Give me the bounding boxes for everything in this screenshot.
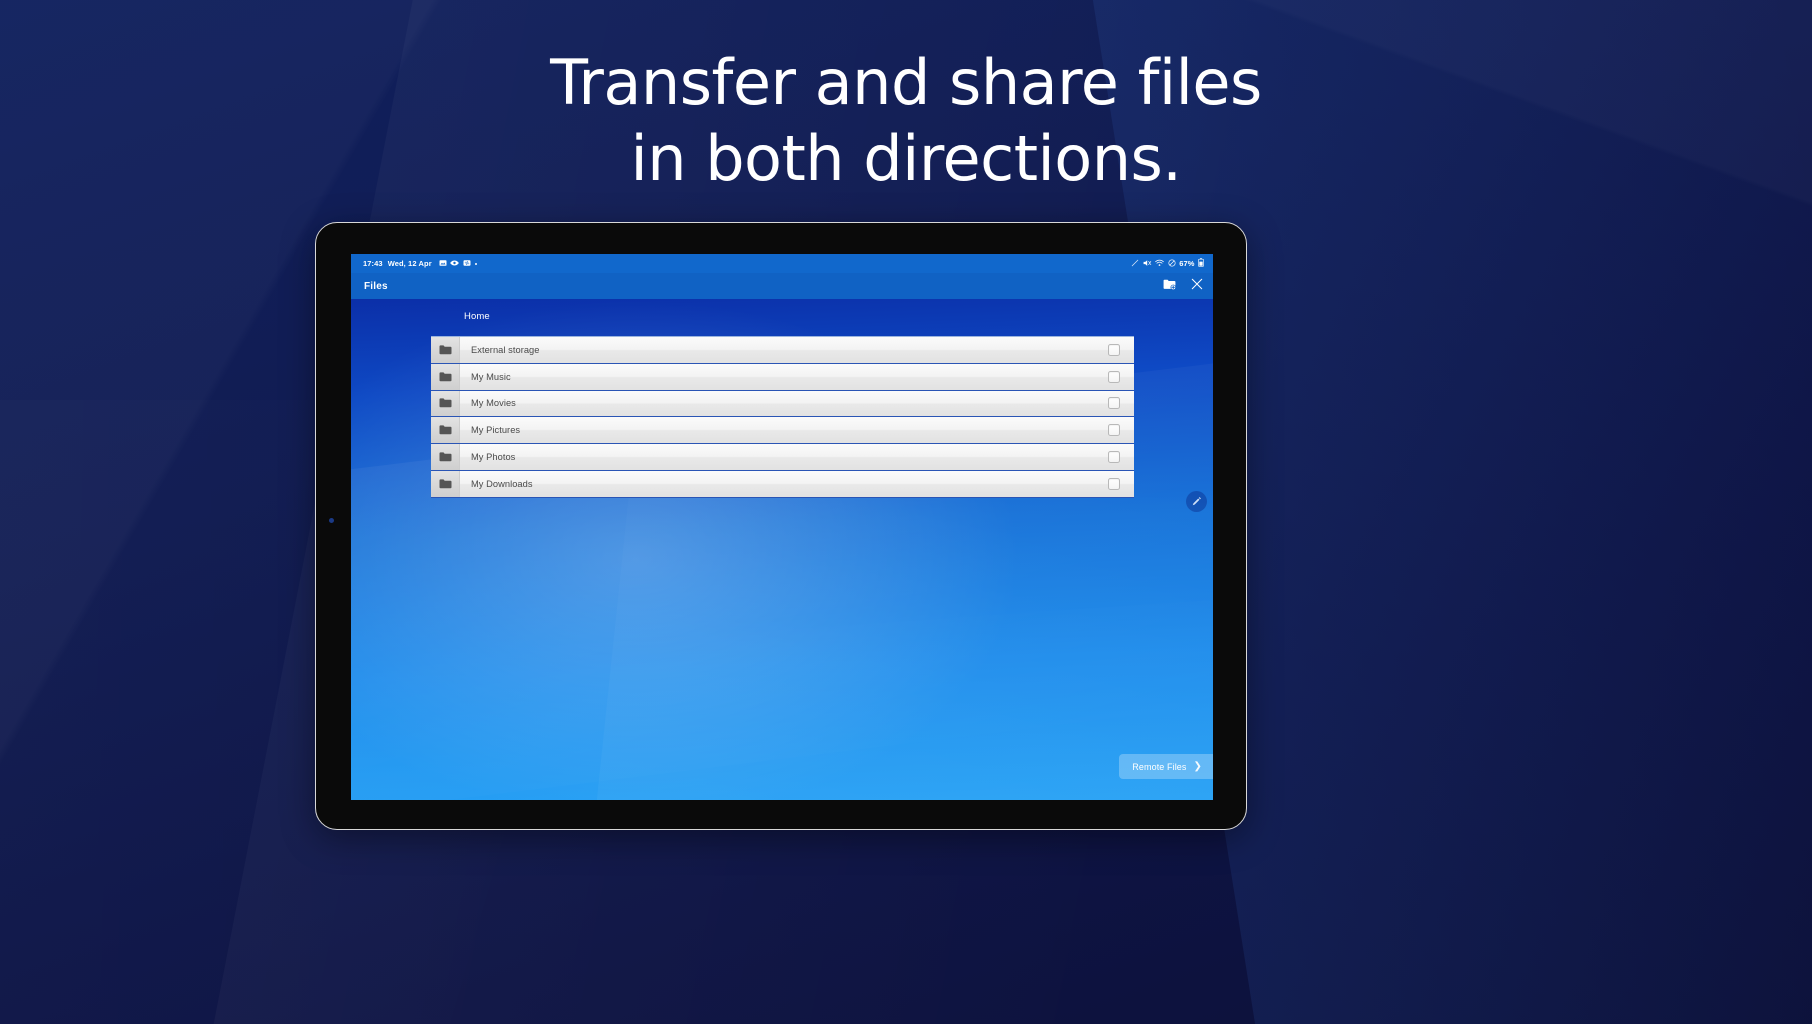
close-icon[interactable] bbox=[1191, 277, 1203, 295]
table-row[interactable]: My Photos bbox=[431, 444, 1134, 471]
tablet-screen: 17:43 Wed, 12 Apr 67% Files Home Externa… bbox=[351, 254, 1213, 800]
battery-icon bbox=[1198, 258, 1204, 269]
file-row-label: External storage bbox=[471, 344, 540, 355]
tablet-device-frame: 17:43 Wed, 12 Apr 67% Files Home Externa… bbox=[315, 222, 1247, 830]
file-row-checkbox[interactable] bbox=[1108, 370, 1120, 383]
table-row[interactable]: My Downloads bbox=[431, 470, 1134, 498]
app-title-bar: Files bbox=[351, 273, 1213, 299]
app-content-area: Home External storage My Music My Movies My… bbox=[351, 299, 1213, 800]
file-row-label: My Downloads bbox=[471, 478, 533, 489]
transfer-icon bbox=[463, 259, 471, 269]
file-row-checkbox-cell[interactable] bbox=[1094, 337, 1134, 363]
status-bar-date: Wed, 12 Apr bbox=[387, 259, 432, 268]
file-row-label: My Music bbox=[471, 371, 511, 382]
headline-line-1: Transfer and share files bbox=[550, 46, 1262, 119]
status-bar-left-cluster: 17:43 Wed, 12 Apr bbox=[363, 259, 478, 269]
table-row[interactable]: My Music bbox=[431, 363, 1134, 391]
table-row[interactable]: My Pictures bbox=[431, 417, 1134, 445]
folder-icon bbox=[431, 390, 460, 417]
file-row-checkbox-cell[interactable] bbox=[1094, 417, 1134, 443]
folder-icon bbox=[431, 363, 460, 390]
mute-icon bbox=[1143, 259, 1152, 269]
folder-icon bbox=[431, 444, 460, 470]
folder-icon bbox=[431, 337, 460, 363]
file-row-checkbox[interactable] bbox=[1108, 343, 1120, 356]
file-row-checkbox-cell[interactable] bbox=[1094, 364, 1134, 390]
table-row[interactable]: External storage bbox=[431, 337, 1134, 364]
breadcrumb[interactable]: Home bbox=[464, 311, 490, 322]
file-row-checkbox[interactable] bbox=[1108, 477, 1120, 490]
status-bar-clock: 17:43 bbox=[363, 259, 383, 268]
wallpaper-facet-3 bbox=[351, 590, 1213, 800]
status-bar-right-cluster: 67% bbox=[1131, 258, 1204, 269]
battery-percent-label: 67% bbox=[1179, 259, 1195, 268]
bezel-camera-dot bbox=[329, 518, 334, 523]
dot-icon bbox=[474, 259, 478, 268]
file-row-checkbox[interactable] bbox=[1108, 397, 1120, 410]
file-row-checkbox-cell[interactable] bbox=[1094, 471, 1134, 497]
chevron-right-icon: ❯ bbox=[1193, 761, 1202, 772]
eye-icon bbox=[450, 259, 460, 269]
file-row-label: My Photos bbox=[471, 452, 516, 463]
app-title-label: Files bbox=[364, 280, 388, 292]
file-row-label: My Movies bbox=[471, 398, 516, 409]
file-row-checkbox[interactable] bbox=[1108, 424, 1120, 437]
do-not-disturb-icon bbox=[1168, 258, 1176, 269]
wifi-icon bbox=[1155, 259, 1164, 269]
folder-icon bbox=[431, 470, 460, 497]
pencil-icon[interactable] bbox=[1186, 491, 1207, 512]
page-headline: Transfer and share files in both directi… bbox=[0, 52, 1812, 190]
headline-line-2: in both directions. bbox=[630, 122, 1182, 195]
app-title-bar-actions bbox=[1163, 277, 1203, 295]
image-icon bbox=[439, 259, 447, 269]
status-bar-notification-icons bbox=[439, 259, 479, 269]
new-folder-icon[interactable] bbox=[1163, 277, 1176, 295]
table-row[interactable]: My Movies bbox=[431, 390, 1134, 418]
file-row-checkbox-cell[interactable] bbox=[1094, 444, 1134, 470]
file-list: External storage My Music My Movies My Pict… bbox=[431, 336, 1134, 498]
remote-files-label: Remote Files bbox=[1132, 761, 1187, 772]
folder-icon bbox=[431, 417, 460, 444]
file-row-label: My Pictures bbox=[471, 425, 521, 436]
file-row-checkbox[interactable] bbox=[1108, 451, 1120, 464]
android-status-bar: 17:43 Wed, 12 Apr 67% bbox=[351, 254, 1213, 273]
file-row-checkbox-cell[interactable] bbox=[1094, 391, 1134, 417]
signal-icon bbox=[1131, 259, 1139, 269]
remote-files-button[interactable]: Remote Files ❯ bbox=[1119, 754, 1213, 779]
